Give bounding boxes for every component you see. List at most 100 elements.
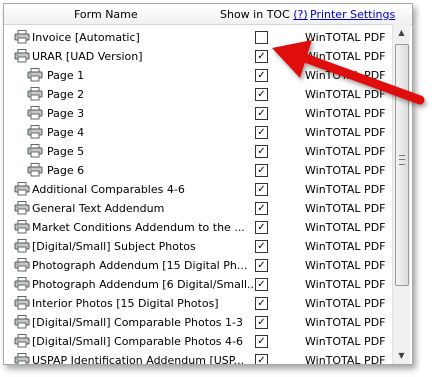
show-in-toc-checkbox[interactable]: ✓ [255,335,268,348]
form-name: [Digital/Small] Comparable Photos 1-3 [32,316,243,329]
show-in-toc-checkbox[interactable]: ✓ [255,183,268,196]
printer-name[interactable]: WinTOTAL PDF [305,354,386,364]
printer-name[interactable]: WinTOTAL PDF [305,278,386,291]
printer-name[interactable]: WinTOTAL PDF [305,202,386,215]
printer-name[interactable]: WinTOTAL PDF [305,69,386,82]
printer-icon [14,201,30,215]
form-rows: Invoice [Automatic] WinTOTAL PDF URAR [UAD… [4,28,392,364]
printer-settings-link[interactable]: Printer Settings [310,8,395,21]
printer-icon [27,144,43,158]
printer-icon [27,68,43,82]
form-name: Invoice [Automatic] [32,31,140,44]
table-row[interactable]: [Digital/Small] Subject Photos ✓ WinTOTAL … [4,237,392,256]
toc-help-link[interactable]: (?) [293,8,307,21]
show-in-toc-checkbox[interactable]: ✓ [255,50,268,63]
show-in-toc-checkbox[interactable]: ✓ [255,69,268,82]
form-name: Photograph Addendum [15 Digital Ph... [32,259,248,272]
show-in-toc-checkbox[interactable] [255,31,268,44]
printer-name[interactable]: WinTOTAL PDF [305,259,386,272]
printer-icon [14,258,30,272]
table-row[interactable]: Page 5 ✓ WinTOTAL PDF [4,142,392,161]
printer-name[interactable]: WinTOTAL PDF [305,335,386,348]
table-row[interactable]: USPAP Identification Addendum [USP... ✓ Wi… [4,351,392,364]
printer-icon [14,182,30,196]
printer-name[interactable]: WinTOTAL PDF [305,145,386,158]
printer-name[interactable]: WinTOTAL PDF [305,50,386,63]
form-name: USPAP Identification Addendum [USP... [32,354,245,364]
printer-name[interactable]: WinTOTAL PDF [305,164,386,177]
scroll-down-icon[interactable]: ▼ [393,347,410,364]
form-name: [Digital/Small] Subject Photos [32,240,196,253]
printer-icon [14,334,30,348]
list-header: Form Name Show in TOC (?) Printer Settin… [4,4,412,25]
table-row[interactable]: General Text Addendum ✓ WinTOTAL PDF [4,199,392,218]
table-row[interactable]: Page 4 ✓ WinTOTAL PDF [4,123,392,142]
table-row[interactable]: Page 2 ✓ WinTOTAL PDF [4,85,392,104]
vertical-scrollbar[interactable]: ▲ ▼ [392,24,410,364]
form-name: Page 5 [47,145,85,158]
table-row[interactable]: Photograph Addendum [6 Digital/Small... ✓… [4,275,392,294]
printer-name[interactable]: WinTOTAL PDF [305,240,386,253]
table-row[interactable]: [Digital/Small] Comparable Photos 1-3 ✓ Wi… [4,313,392,332]
show-in-toc-checkbox[interactable]: ✓ [255,126,268,139]
show-in-toc-checkbox[interactable]: ✓ [255,202,268,215]
form-name: Page 2 [47,88,85,101]
show-in-toc-checkbox[interactable]: ✓ [255,297,268,310]
table-row[interactable]: Page 3 ✓ WinTOTAL PDF [4,104,392,123]
table-row[interactable]: Page 1 ✓ WinTOTAL PDF [4,66,392,85]
form-list-panel: Form Name Show in TOC (?) Printer Settin… [3,3,413,365]
table-row[interactable]: Additional Comparables 4-6 ✓ WinTOTAL PDF [4,180,392,199]
printer-icon [27,125,43,139]
show-in-toc-checkbox[interactable]: ✓ [255,240,268,253]
table-row[interactable]: Photograph Addendum [15 Digital Ph... ✓ Wi… [4,256,392,275]
table-row[interactable]: [Digital/Small] Comparable Photos 4-6 ✓ Wi… [4,332,392,351]
form-name: General Text Addendum [32,202,165,215]
show-in-toc-checkbox[interactable]: ✓ [255,259,268,272]
table-row[interactable]: Invoice [Automatic] WinTOTAL PDF [4,28,392,47]
printer-name[interactable]: WinTOTAL PDF [305,316,386,329]
grip-icon [399,155,405,165]
form-name: Market Conditions Addendum to the ... [32,221,245,234]
printer-icon [14,315,30,329]
printer-icon [14,277,30,291]
printer-name[interactable]: WinTOTAL PDF [305,126,386,139]
show-in-toc-checkbox[interactable]: ✓ [255,278,268,291]
printer-name[interactable]: WinTOTAL PDF [305,183,386,196]
show-in-toc-checkbox[interactable]: ✓ [255,145,268,158]
form-name: Page 1 [47,69,85,82]
printer-name[interactable]: WinTOTAL PDF [305,297,386,310]
show-in-toc-checkbox[interactable]: ✓ [255,316,268,329]
printer-icon [14,49,30,63]
printer-name[interactable]: WinTOTAL PDF [305,221,386,234]
show-in-toc-checkbox[interactable]: ✓ [255,88,268,101]
table-row[interactable]: Interior Photos [15 Digital Photos] ✓ WinT… [4,294,392,313]
printer-icon [14,296,30,310]
printer-icon [27,87,43,101]
table-row[interactable]: URAR [UAD Version] ✓ WinTOTAL PDF [4,47,392,66]
scroll-thumb[interactable] [395,44,409,286]
form-name: Additional Comparables 4-6 [32,183,185,196]
printer-icon [27,106,43,120]
show-in-toc-checkbox[interactable]: ✓ [255,221,268,234]
table-row[interactable]: Market Conditions Addendum to the ... ✓ Wi… [4,218,392,237]
printer-icon [14,220,30,234]
show-in-toc-checkbox[interactable]: ✓ [255,354,268,364]
table-row[interactable]: Page 6 ✓ WinTOTAL PDF [4,161,392,180]
form-name: URAR [UAD Version] [32,50,143,63]
printer-name[interactable]: WinTOTAL PDF [305,107,386,120]
form-name-column-header[interactable]: Form Name [74,8,138,21]
form-name: Interior Photos [15 Digital Photos] [32,297,219,310]
form-name: Page 4 [47,126,85,139]
show-in-toc-checkbox[interactable]: ✓ [255,164,268,177]
printer-icon [14,239,30,253]
printer-icon [14,353,30,364]
printer-icon [27,163,43,177]
show-in-toc-column-header[interactable]: Show in TOC (?) [220,8,308,21]
printer-icon [14,30,30,44]
show-in-toc-checkbox[interactable]: ✓ [255,107,268,120]
printer-name[interactable]: WinTOTAL PDF [305,88,386,101]
form-name: Photograph Addendum [6 Digital/Small... [32,278,258,291]
printer-name[interactable]: WinTOTAL PDF [305,31,386,44]
scroll-up-icon[interactable]: ▲ [393,24,410,41]
show-in-toc-label: Show in TOC [220,8,290,21]
